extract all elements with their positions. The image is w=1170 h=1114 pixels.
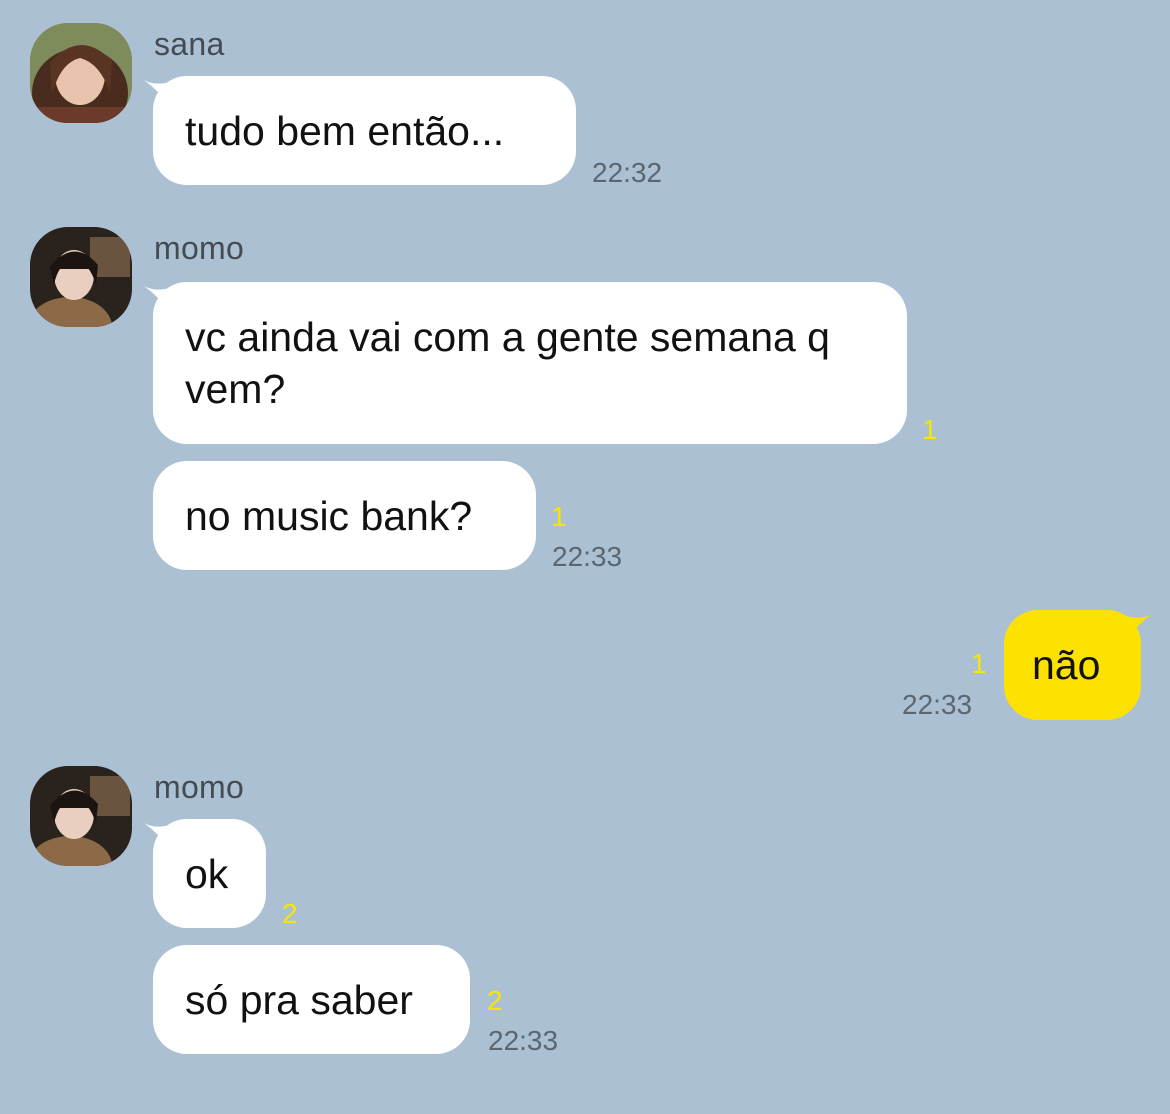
message-timestamp: 22:33 <box>488 1025 559 1056</box>
avatar-sana[interactable] <box>30 23 132 123</box>
message-timestamp: 22:32 <box>592 157 663 188</box>
bubble-tail <box>1126 614 1152 640</box>
outgoing-message-bubble[interactable]: não <box>1004 610 1141 720</box>
unread-count: 1 <box>551 501 567 532</box>
message-text: vc ainda vai com a gente semana q vem? <box>185 314 830 412</box>
profile-photo-icon <box>30 766 132 866</box>
message-text: só pra saber <box>185 976 413 1023</box>
message-bubble[interactable]: no music bank? <box>153 461 536 570</box>
unread-count: 2 <box>282 898 298 929</box>
message-text: tudo bem então... <box>185 107 505 154</box>
message-text: no music bank? <box>185 492 473 539</box>
unread-count: 1 <box>971 648 987 679</box>
profile-photo-icon <box>30 23 132 123</box>
message-text: ok <box>185 850 229 897</box>
message-bubble[interactable]: só pra saber <box>153 945 470 1054</box>
message-timestamp: 22:33 <box>902 689 973 720</box>
message-bubble[interactable]: ok <box>153 819 266 928</box>
unread-count: 1 <box>922 414 938 445</box>
message-text: não <box>1032 642 1101 688</box>
message-timestamp: 22:33 <box>552 541 623 572</box>
sender-name: momo <box>154 769 245 805</box>
message-bubble[interactable]: tudo bem então... <box>153 76 576 185</box>
unread-count: 2 <box>487 985 503 1016</box>
avatar-momo[interactable] <box>30 227 132 327</box>
sender-name: sana <box>154 26 225 62</box>
avatar-momo[interactable] <box>30 766 132 866</box>
sender-name: momo <box>154 230 245 266</box>
message-bubble[interactable]: vc ainda vai com a gente semana q vem? <box>153 282 907 444</box>
profile-photo-icon <box>30 227 132 327</box>
